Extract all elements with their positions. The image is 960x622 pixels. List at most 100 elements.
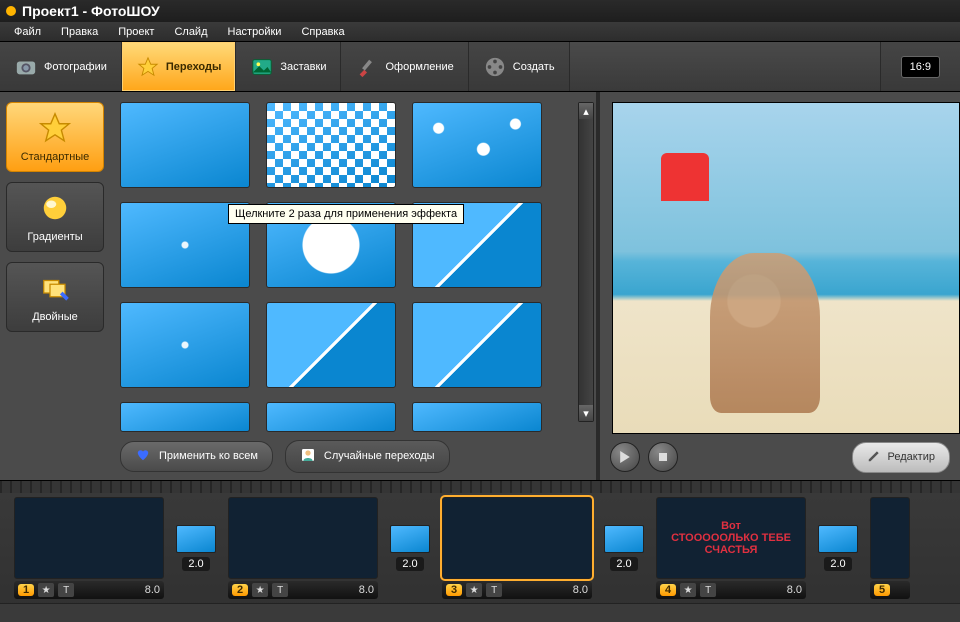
slide-thumbnail[interactable] xyxy=(442,497,592,579)
random-transitions-button[interactable]: Случайные переходы xyxy=(285,440,450,473)
star-icon xyxy=(136,55,160,79)
category-standard-label: Стандартные xyxy=(11,151,99,163)
star-icon xyxy=(11,109,99,147)
transition-thumb[interactable] xyxy=(412,402,542,432)
slide-number: 2 xyxy=(232,584,248,596)
timeline-slide[interactable]: Вот СТОООООЛЬКО ТЕБЕ СЧАСТЬЯ 4 ★ T 8.0 xyxy=(656,497,806,599)
tab-screensavers[interactable]: Заставки xyxy=(236,42,341,91)
slide-number: 4 xyxy=(660,584,676,596)
timeline-transition[interactable]: 2.0 xyxy=(174,525,218,571)
text-icon[interactable]: T xyxy=(700,583,716,597)
main-tabs: Фотографии Переходы Заставки Оформление … xyxy=(0,42,570,91)
slide-duration: 8.0 xyxy=(573,584,588,596)
timeline-transition[interactable]: 2.0 xyxy=(602,525,646,571)
apply-to-all-label: Применить ко всем xyxy=(159,450,258,462)
transition-thumb[interactable] xyxy=(412,102,542,188)
window-title: Проект1 - ФотоШОУ xyxy=(22,3,160,19)
slide-thumbnail[interactable]: Вот СТОООООЛЬКО ТЕБЕ СЧАСТЬЯ xyxy=(656,497,806,579)
slide-preview xyxy=(612,102,960,434)
menu-edit[interactable]: Правка xyxy=(51,23,108,41)
slide-text: СТОООООЛЬКО ТЕБЕ xyxy=(671,532,791,544)
slide-text: СЧАСТЬЯ xyxy=(705,544,758,556)
text-icon[interactable]: T xyxy=(486,583,502,597)
slide-thumbnail[interactable] xyxy=(14,497,164,579)
star-icon[interactable]: ★ xyxy=(680,583,696,597)
category-double[interactable]: Двойные xyxy=(6,262,104,332)
heart-icon xyxy=(135,448,151,465)
edit-slide-button[interactable]: Редактир xyxy=(852,442,950,473)
transition-thumb[interactable] xyxy=(176,525,216,553)
tab-create[interactable]: Создать xyxy=(469,42,570,91)
timeline-transition[interactable]: 2.0 xyxy=(388,525,432,571)
user-icon xyxy=(300,447,316,466)
menu-project[interactable]: Проект xyxy=(108,23,164,41)
transition-grid: Щелкните 2 раза для применения эффекта ▴… xyxy=(110,92,596,432)
menu-settings[interactable]: Настройки xyxy=(218,23,292,41)
transition-duration: 2.0 xyxy=(182,557,209,571)
play-button[interactable] xyxy=(610,442,640,472)
category-gradients[interactable]: Градиенты xyxy=(6,182,104,252)
film-reel-icon xyxy=(483,55,507,79)
star-icon[interactable]: ★ xyxy=(466,583,482,597)
menu-file[interactable]: Файл xyxy=(4,23,51,41)
brush-icon xyxy=(355,55,379,79)
transition-thumb[interactable] xyxy=(120,402,250,432)
timeline-strip[interactable]: 1 ★ T 8.0 2.0 2 ★ T 8.0 2.0 xyxy=(0,493,960,603)
timeline-slide[interactable]: 5 xyxy=(870,497,910,599)
transition-thumb[interactable] xyxy=(412,302,542,388)
slide-duration: 8.0 xyxy=(787,584,802,596)
slide-number: 3 xyxy=(446,584,462,596)
transition-thumb[interactable] xyxy=(604,525,644,553)
transition-thumb[interactable] xyxy=(120,302,250,388)
tab-photos[interactable]: Фотографии xyxy=(0,42,122,91)
stop-button[interactable] xyxy=(648,442,678,472)
tab-transitions[interactable]: Переходы xyxy=(122,42,237,91)
star-icon[interactable]: ★ xyxy=(252,583,268,597)
text-icon[interactable]: T xyxy=(272,583,288,597)
tab-photos-label: Фотографии xyxy=(44,61,107,73)
pencil-icon xyxy=(867,449,881,466)
transition-thumb[interactable] xyxy=(266,102,396,188)
transition-duration: 2.0 xyxy=(396,557,423,571)
timeline-ruler[interactable] xyxy=(0,481,960,493)
main-toolbar: Фотографии Переходы Заставки Оформление … xyxy=(0,42,960,92)
slide-duration: 8.0 xyxy=(359,584,374,596)
edit-slide-label: Редактир xyxy=(887,451,935,463)
hover-tooltip: Щелкните 2 раза для применения эффекта xyxy=(228,204,464,224)
category-double-label: Двойные xyxy=(11,311,99,323)
slide-text: Вот xyxy=(721,520,741,532)
timeline-slide[interactable]: 3 ★ T 8.0 xyxy=(442,497,592,599)
aspect-ratio-value: 16:9 xyxy=(901,56,940,78)
transition-thumb[interactable] xyxy=(120,102,250,188)
slide-thumbnail[interactable] xyxy=(228,497,378,579)
menu-slide[interactable]: Слайд xyxy=(164,23,217,41)
picture-icon xyxy=(250,55,274,79)
camera-icon xyxy=(14,55,38,79)
timeline-audio-track[interactable] xyxy=(0,603,960,622)
transition-thumb[interactable] xyxy=(818,525,858,553)
category-gradients-label: Градиенты xyxy=(11,231,99,243)
timeline-transition[interactable]: 2.0 xyxy=(816,525,860,571)
apply-to-all-button[interactable]: Применить ко всем xyxy=(120,441,273,472)
scroll-up-icon[interactable]: ▴ xyxy=(579,103,593,119)
transition-duration: 2.0 xyxy=(610,557,637,571)
timeline: 1 ★ T 8.0 2.0 2 ★ T 8.0 2.0 xyxy=(0,480,960,622)
tab-design[interactable]: Оформление xyxy=(341,42,468,91)
menu-bar: Файл Правка Проект Слайд Настройки Справ… xyxy=(0,22,960,42)
tab-design-label: Оформление xyxy=(385,61,453,73)
grid-scrollbar[interactable]: ▴ ▾ xyxy=(578,102,594,422)
transition-thumb[interactable] xyxy=(266,302,396,388)
category-standard[interactable]: Стандартные xyxy=(6,102,104,172)
aspect-ratio-selector[interactable]: 16:9 xyxy=(880,42,960,91)
transition-thumb[interactable] xyxy=(266,402,396,432)
timeline-slide[interactable]: 1 ★ T 8.0 xyxy=(14,497,164,599)
timeline-slide[interactable]: 2 ★ T 8.0 xyxy=(228,497,378,599)
scroll-down-icon[interactable]: ▾ xyxy=(579,405,593,421)
menu-help[interactable]: Справка xyxy=(291,23,354,41)
transition-categories: Стандартные Градиенты Двойные xyxy=(0,92,110,432)
text-icon[interactable]: T xyxy=(58,583,74,597)
slide-thumbnail[interactable] xyxy=(870,497,910,579)
slide-number: 5 xyxy=(874,584,890,596)
transition-thumb[interactable] xyxy=(390,525,430,553)
star-icon[interactable]: ★ xyxy=(38,583,54,597)
